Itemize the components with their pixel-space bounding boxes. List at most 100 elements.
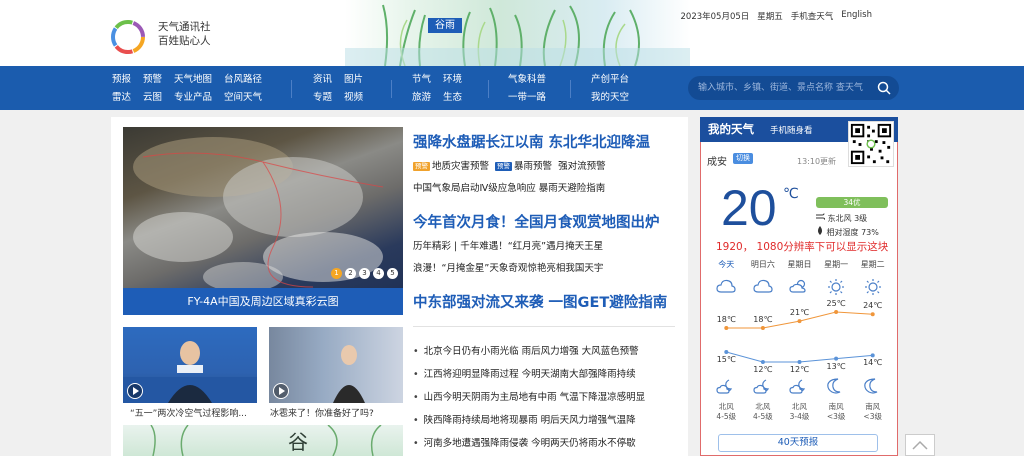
high-temp-point (797, 319, 802, 324)
video-caption[interactable]: “五一”两次冷空气过程影响... (130, 406, 247, 419)
satellite-cloud-image[interactable] (123, 127, 403, 315)
nav-item-news[interactable]: 资讯 (313, 72, 332, 88)
video-thumbnail-hail[interactable] (269, 327, 403, 403)
high-temp-point (760, 326, 765, 330)
day-label[interactable]: 星期日 (781, 259, 818, 270)
day-label[interactable]: 今天 (708, 259, 745, 270)
nav-item-my-sky[interactable]: 我的天空 (591, 90, 629, 106)
news-item[interactable]: 陕西降雨持续局地将现暴雨 明后天风力增强气温降 (413, 412, 636, 426)
high-temp-label: 24℃ (863, 301, 883, 311)
low-temp-label: 12℃ (789, 365, 810, 374)
switch-city-button[interactable]: 切换 (733, 153, 753, 164)
warning-tag: 预警 (413, 162, 430, 171)
date-label: 2023年05月05日 (680, 12, 750, 22)
headline-lunar-eclipse[interactable]: 今年首次月食！全国月食观赏地图出炉 (413, 211, 660, 232)
nav-item-photos[interactable]: 图片 (344, 72, 363, 88)
nav-item-radar[interactable]: 雷达 (112, 90, 131, 106)
high-temp-label: 18℃ (753, 315, 773, 324)
mobile-weather-link[interactable]: 手机查天气 (791, 10, 834, 22)
nav-item-environment[interactable]: 环境 (443, 72, 462, 88)
site-logo-icon[interactable] (111, 20, 145, 54)
nav-item-ecology[interactable]: 生态 (443, 90, 462, 106)
nav-item-solar-term[interactable]: 节气 (412, 72, 431, 88)
wind-forecast: 北风 4-5级 北风 4-5级 北风 3-4级 南风 <3级 南风 <3级 (708, 402, 891, 422)
nav-item-video[interactable]: 视频 (344, 90, 363, 106)
headline-convection[interactable]: 中东部强对流又来袭 一图GET避险指南 (413, 291, 667, 312)
wind-icon (816, 213, 826, 221)
low-temp-point (870, 353, 875, 358)
search-box (688, 76, 899, 100)
warning-links: 预警 地质灾害预警 预警 暴雨预警 强对流预警 (413, 158, 606, 172)
hero-caption[interactable]: FY-4A中国及周边区域真彩云图 (123, 288, 403, 315)
resolution-notice: 1920， 1080分辨率下可以显示这块 (716, 241, 889, 253)
solar-term-banner[interactable] (345, 0, 690, 66)
play-icon[interactable] (273, 383, 289, 399)
geo-hazard-warning-link[interactable]: 地质灾害预警 (432, 161, 489, 172)
nav-item-forecast[interactable]: 预报 (112, 72, 131, 88)
nav-item-weather-map[interactable]: 天气地图 (174, 72, 212, 88)
news-item[interactable]: 北京今日仍有小雨光临 雨后风力增强 大风蓝色预警 (413, 343, 639, 357)
cloudy-icon (753, 279, 773, 293)
convection-warning-link[interactable]: 强对流预警 (558, 161, 606, 172)
wind-forecast-cell: 南风 <3级 (826, 402, 846, 421)
brand-text: 天气通讯社 百姓贴心人 (158, 20, 211, 48)
carousel-dot[interactable]: 3 (359, 268, 370, 279)
search-icon[interactable] (877, 81, 891, 95)
carousel-dot[interactable]: 4 (373, 268, 384, 279)
nav-item-travel[interactable]: 旅游 (412, 90, 431, 106)
press-conference-image (123, 341, 257, 403)
low-temp-point (760, 360, 765, 364)
nav-item-products[interactable]: 专业产品 (174, 90, 212, 106)
nav-item-warning[interactable]: 预警 (143, 72, 162, 88)
studio-image (269, 327, 403, 403)
high-temp-label: 18℃ (716, 315, 736, 324)
nav-item-platform[interactable]: 产创平台 (591, 72, 629, 88)
carousel-dot[interactable]: 5 (387, 268, 398, 279)
mobile-view-label: 手机随身看 (770, 126, 813, 136)
nav-item-cloud[interactable]: 云图 (143, 90, 162, 106)
top-links: 2023年05月05日 星期五 手机查天气 English (681, 10, 873, 22)
low-temp-label: 14℃ (863, 358, 883, 368)
day-label[interactable]: 明日六 (745, 259, 782, 270)
venus-occultation-link[interactable]: 浪漫！“月掩金星”天象奇观惊艳亮相我国天宇 (413, 260, 603, 274)
grass-illustration-icon (345, 4, 690, 66)
news-item[interactable]: 江西将迎明显降雨过程 今明天湖南大部强降雨持续 (413, 366, 636, 380)
search-input[interactable] (698, 80, 868, 96)
carousel-dot[interactable]: 2 (345, 268, 356, 279)
update-time: 13:10更新 (797, 157, 837, 166)
nav-item-science[interactable]: 气象科普 (508, 72, 546, 88)
grain-rain-banner[interactable]: 谷 (123, 425, 403, 456)
play-icon[interactable] (127, 383, 143, 399)
english-link[interactable]: English (841, 10, 872, 22)
news-item[interactable]: 山西今明天阴雨为主局地有中雨 气温下降湿凉感明显 (413, 389, 646, 403)
day-label[interactable]: 星期一 (818, 259, 855, 270)
wind-forecast-cell: 南风 <3级 (863, 402, 882, 421)
nav-item-space-weather[interactable]: 空间天气 (224, 90, 262, 106)
nav-item-typhoon[interactable]: 台风路径 (224, 72, 262, 88)
video-thumbnail-briefing[interactable] (123, 327, 257, 403)
back-to-top-button[interactable] (905, 434, 935, 456)
day-label[interactable]: 星期二 (854, 259, 891, 270)
brand-line2: 百姓贴心人 (158, 35, 211, 47)
nav-group-forecast: 预报 雷达 预警 云图 天气地图 专业产品 台风路径 空间天气 (112, 72, 262, 106)
emergency-response-link[interactable]: 中国气象局启动Ⅳ级应急响应 暴雨天避险指南 (413, 180, 605, 194)
headline-heavy-rain[interactable]: 强降水盘踞长江以南 东北华北迎降温 (413, 131, 650, 152)
aqi-badge[interactable]: 34优 (816, 197, 888, 208)
nav-group-platform: 产创平台 我的天空 (591, 72, 629, 106)
temperature-unit: ℃ (783, 186, 799, 202)
calligraphy-glyph: 谷 (288, 430, 308, 454)
city-name: 成安 (707, 157, 727, 168)
nav-item-belt-road[interactable]: 一带一路 (508, 90, 546, 106)
video-caption[interactable]: 冰雹来了！你准备好了吗? (270, 406, 374, 419)
news-item[interactable]: 河南多地遭遇强降雨侵袭 今明两天仍将雨水不停歇 (413, 435, 636, 449)
night-cloudy-icon (789, 379, 806, 394)
low-temp-label: 15℃ (716, 355, 736, 364)
carousel-dot[interactable]: 1 (331, 268, 342, 279)
forecast-40-day-button[interactable]: 40天预报 (718, 434, 878, 452)
nav-item-topics[interactable]: 专题 (313, 90, 332, 106)
high-temp-label: 25℃ (826, 299, 846, 308)
red-moon-link[interactable]: 历年精彩 | 千年难遇！“红月亮”遇月掩天王星 (413, 238, 603, 252)
rainstorm-warning-link[interactable]: 暴雨预警 (514, 161, 552, 172)
sunny-icon (828, 279, 845, 295)
nav-divider (391, 80, 392, 98)
